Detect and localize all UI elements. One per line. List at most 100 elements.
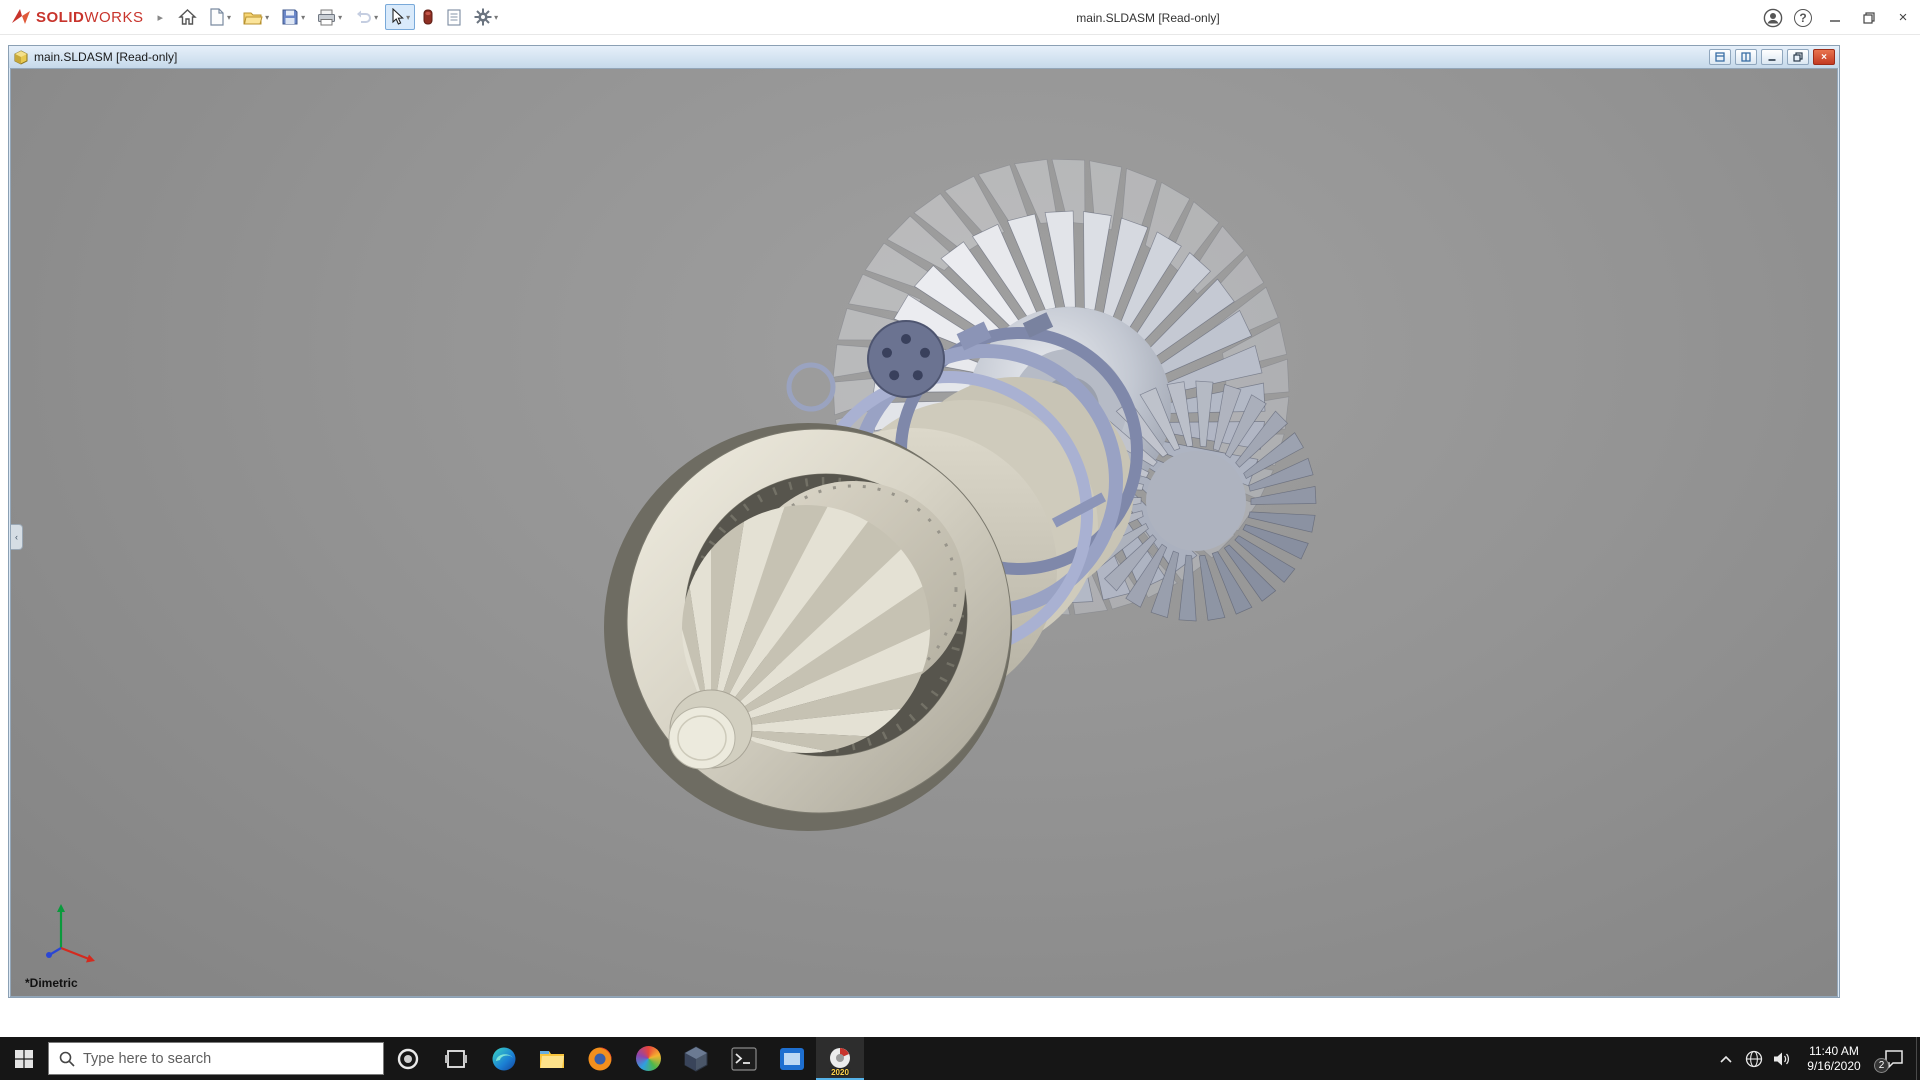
dropdown-caret-icon[interactable]: ▾: [338, 13, 342, 22]
dropdown-caret-icon[interactable]: ▾: [265, 13, 269, 22]
select-button[interactable]: ▾: [385, 4, 416, 30]
edge-icon: [492, 1047, 516, 1070]
system-tray: 11:40 AM 9/16/2020 2: [1712, 1037, 1920, 1080]
cube-app-button[interactable]: [672, 1037, 720, 1080]
home-icon: [178, 9, 197, 25]
network-button[interactable]: [1740, 1037, 1768, 1080]
firefox-button[interactable]: [576, 1037, 624, 1080]
network-globe-icon: [1745, 1050, 1763, 1067]
minimize-icon: [1830, 19, 1840, 22]
document-window-controls: ×: [1709, 49, 1835, 65]
document-titlebar[interactable]: main.SLDASM [Read-only] ×: [9, 46, 1839, 68]
view-orientation-label: *Dimetric: [25, 976, 78, 990]
solidworks-logo: SOLIDWORKS: [10, 7, 144, 27]
start-icon: [15, 1049, 33, 1068]
colorful-ball-button[interactable]: [624, 1037, 672, 1080]
cortana-button[interactable]: [384, 1037, 432, 1080]
report-sheet-icon: [447, 8, 461, 26]
solidworks-year-label: 2020: [831, 1068, 849, 1077]
taskbar-clock[interactable]: 11:40 AM 9/16/2020: [1796, 1044, 1872, 1074]
app-titlebar: SOLIDWORKS ▸ ▾ ▾ ▾ ▾ ▾ ▾ ▾ main.SLDASM […: [0, 0, 1920, 35]
y-axis-arrow: [57, 904, 65, 912]
maximize-icon: [1863, 11, 1875, 24]
start-button[interactable]: [0, 1037, 48, 1080]
dropdown-caret-icon[interactable]: ▾: [494, 13, 498, 22]
orientation-triad[interactable]: [31, 896, 111, 968]
app-window-title: main.SLDASM [Read-only]: [1076, 10, 1220, 25]
z-axis-dot: [46, 952, 52, 958]
home-button[interactable]: [173, 4, 202, 30]
task-view-button[interactable]: [432, 1037, 480, 1080]
doc-minimize-button[interactable]: [1761, 49, 1783, 65]
doc-split-button[interactable]: [1735, 49, 1757, 65]
assembly-file-icon: [14, 49, 28, 65]
dropdown-caret-icon[interactable]: ▾: [227, 13, 231, 22]
undo-icon: [357, 10, 372, 23]
doc-tile-button[interactable]: [1709, 49, 1731, 65]
colorful-ball-icon: [635, 1046, 661, 1071]
save-button[interactable]: ▾: [276, 4, 310, 30]
options-gear-icon: [474, 8, 492, 26]
close-button[interactable]: ×: [1886, 0, 1920, 35]
action-center-button[interactable]: 2: [1872, 1037, 1916, 1080]
tile-window-icon: [1715, 52, 1725, 62]
jet-engine-model: [604, 158, 1317, 831]
user-account-button[interactable]: [1758, 3, 1788, 33]
blue-app-button[interactable]: [768, 1037, 816, 1080]
taskbar-search[interactable]: [48, 1042, 384, 1075]
print-icon: [318, 9, 336, 25]
show-desktop-button[interactable]: [1916, 1037, 1920, 1080]
options-button[interactable]: ▾: [469, 4, 503, 30]
solidworks-logo-mark: [12, 9, 30, 24]
help-button[interactable]: ?: [1788, 3, 1818, 33]
maximize-button[interactable]: [1852, 0, 1886, 35]
doc-close-button[interactable]: ×: [1813, 49, 1835, 65]
chevron-up-icon: [1720, 1055, 1732, 1063]
document-window: main.SLDASM [Read-only] × *Dimetric ‹: [8, 45, 1840, 998]
graphics-viewport[interactable]: *Dimetric ‹: [10, 68, 1838, 997]
dropdown-caret-icon[interactable]: ▾: [301, 13, 305, 22]
select-cursor-icon: [392, 8, 405, 25]
volume-button[interactable]: [1768, 1037, 1796, 1080]
quick-access-toolbar: ▾ ▾ ▾ ▾ ▾ ▾ ▾: [173, 4, 503, 30]
blue-app-icon: [780, 1047, 804, 1070]
cortana-icon: [397, 1048, 419, 1069]
close-icon: ×: [1898, 9, 1908, 26]
windows-taskbar: 2020 11:40 AM 9/16/2020: [0, 1037, 1920, 1080]
firefox-icon: [588, 1046, 612, 1070]
new-document-button[interactable]: ▾: [204, 4, 236, 30]
speaker-icon: [1774, 1052, 1789, 1065]
save-icon: [282, 9, 298, 25]
dropdown-caret-icon[interactable]: ▾: [374, 13, 378, 22]
doc-restore-button[interactable]: [1787, 49, 1809, 65]
file-explorer-button[interactable]: [528, 1037, 576, 1080]
open-button[interactable]: ▾: [238, 5, 274, 30]
clock-time: 11:40 AM: [1809, 1043, 1859, 1058]
task-view-icon: [445, 1049, 467, 1068]
minimize-button[interactable]: [1818, 0, 1852, 35]
turbine-hub: [1146, 451, 1246, 551]
user-account-icon: [1763, 8, 1783, 27]
solidworks-taskbar-button[interactable]: 2020: [816, 1037, 864, 1080]
feature-manager-collapsed-tab[interactable]: ‹: [11, 524, 23, 550]
tray-overflow-button[interactable]: [1712, 1037, 1740, 1080]
apps-button[interactable]: [417, 5, 439, 29]
edge-button[interactable]: [480, 1037, 528, 1080]
solidworks-icon: [830, 1047, 850, 1068]
new-document-icon: [210, 8, 224, 26]
mount-flange: [867, 320, 945, 398]
print-button[interactable]: ▾: [312, 5, 347, 30]
minimize-icon: [1768, 59, 1776, 61]
apps-icon: [423, 9, 433, 25]
lifting-ring: [786, 362, 836, 412]
terminal-button[interactable]: [720, 1037, 768, 1080]
search-icon: [59, 1051, 75, 1067]
report-button[interactable]: [441, 5, 467, 30]
search-input[interactable]: [83, 1050, 343, 1067]
menu-expand-arrow[interactable]: ▸: [158, 11, 164, 24]
titlebar-right-controls: ? ×: [1758, 0, 1920, 35]
cube-app-icon: [684, 1045, 708, 1072]
split-window-icon: [1741, 52, 1751, 62]
undo-button[interactable]: ▾: [349, 5, 383, 29]
dropdown-caret-icon[interactable]: ▾: [406, 13, 410, 22]
